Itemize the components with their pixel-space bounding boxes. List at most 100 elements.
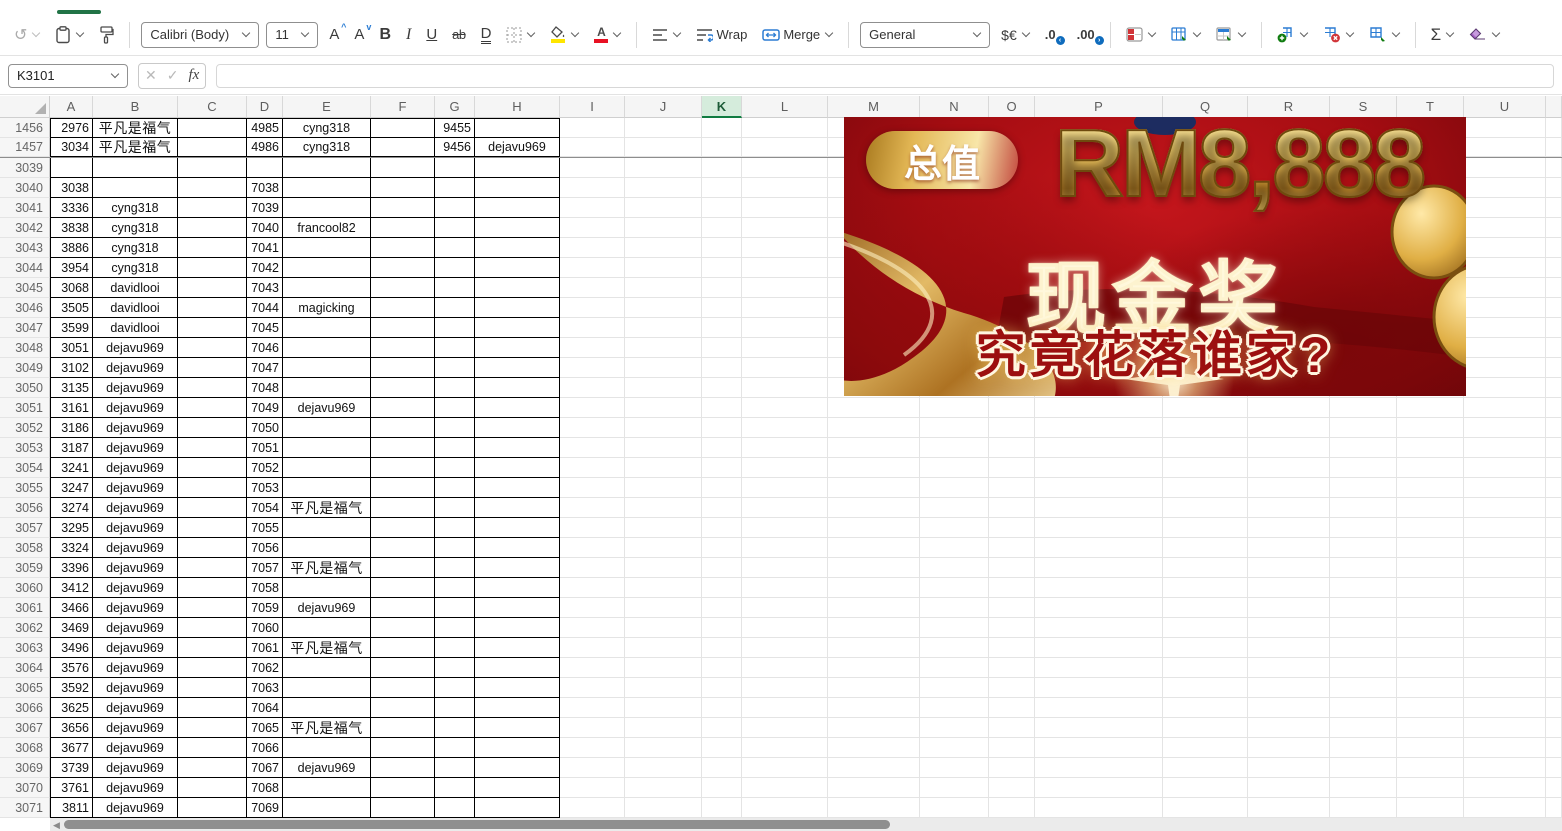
cell-S3056[interactable] [1330,498,1397,518]
cell-H3069[interactable] [475,758,560,778]
cell-U3053[interactable] [1464,438,1546,458]
cell-F3064[interactable] [371,658,435,678]
cell-C3068[interactable] [178,738,247,758]
cell-T3055[interactable] [1397,478,1464,498]
cell-G3045[interactable] [435,278,475,298]
cell-U3056[interactable] [1464,498,1546,518]
cell-G3071[interactable] [435,798,475,818]
cell-M3065[interactable] [828,678,920,698]
cell-I3055[interactable] [560,478,625,498]
cell-B3050[interactable]: dejavu969 [93,378,178,398]
cell-B3045[interactable]: davidlooi [93,278,178,298]
cell-J3049[interactable] [625,358,702,378]
cell-U3039[interactable] [1464,158,1546,178]
conditional-formatting-button[interactable] [1122,20,1160,50]
cell-N3055[interactable] [920,478,989,498]
cell-I3067[interactable] [560,718,625,738]
cell-K1456[interactable] [702,118,742,138]
cell-O3054[interactable] [989,458,1035,478]
cell-O3055[interactable] [989,478,1035,498]
cell-H3052[interactable] [475,418,560,438]
cell-P3053[interactable] [1035,438,1163,458]
cell-K3065[interactable] [702,678,742,698]
cell-E3051[interactable]: dejavu969 [283,398,371,418]
cell-L3062[interactable] [742,618,828,638]
row-header-3053[interactable]: 3053 [0,438,50,458]
cell-I3039[interactable] [560,158,625,178]
cell-M3071[interactable] [828,798,920,818]
cell-O3056[interactable] [989,498,1035,518]
cell-C3051[interactable] [178,398,247,418]
cell-D3049[interactable]: 7047 [247,358,283,378]
cell-V3040[interactable] [1546,178,1562,198]
cell-D3041[interactable]: 7039 [247,198,283,218]
cell-K3059[interactable] [702,558,742,578]
cell-I3049[interactable] [560,358,625,378]
cell-T3070[interactable] [1397,778,1464,798]
double-underline-button[interactable]: D [477,20,496,50]
cell-F3051[interactable] [371,398,435,418]
cell-M3059[interactable] [828,558,920,578]
row-header-3063[interactable]: 3063 [0,638,50,658]
cell-A3063[interactable]: 3496 [50,638,93,658]
column-header-O[interactable]: O [989,96,1035,118]
cell-G3070[interactable] [435,778,475,798]
cell-T3063[interactable] [1397,638,1464,658]
cell-S3058[interactable] [1330,538,1397,558]
cell-U3052[interactable] [1464,418,1546,438]
cell-J3054[interactable] [625,458,702,478]
cell-A1457[interactable]: 3034 [50,138,93,157]
row-header-3064[interactable]: 3064 [0,658,50,678]
cell-B3056[interactable]: dejavu969 [93,498,178,518]
cell-V3048[interactable] [1546,338,1562,358]
cell-R3056[interactable] [1248,498,1330,518]
cell-J3052[interactable] [625,418,702,438]
cell-L3043[interactable] [742,238,828,258]
cell-K3051[interactable] [702,398,742,418]
delete-cells-button[interactable] [1319,20,1358,50]
cell-C3043[interactable] [178,238,247,258]
cell-L3061[interactable] [742,598,828,618]
increase-decimal-button[interactable]: .0‹ [1041,20,1060,50]
cell-L3052[interactable] [742,418,828,438]
row-header-3045[interactable]: 3045 [0,278,50,298]
cell-G3041[interactable] [435,198,475,218]
cell-L3056[interactable] [742,498,828,518]
cell-F3059[interactable] [371,558,435,578]
row-header-3046[interactable]: 3046 [0,298,50,318]
cell-B3058[interactable]: dejavu969 [93,538,178,558]
cell-V3067[interactable] [1546,718,1562,738]
cell-A3068[interactable]: 3677 [50,738,93,758]
cell-M3064[interactable] [828,658,920,678]
row-header-3039[interactable]: 3039 [0,158,50,178]
cell-K3054[interactable] [702,458,742,478]
cell-V3059[interactable] [1546,558,1562,578]
cell-E3066[interactable] [283,698,371,718]
cell-I3041[interactable] [560,198,625,218]
cell-F3069[interactable] [371,758,435,778]
cell-T3060[interactable] [1397,578,1464,598]
cell-T3061[interactable] [1397,598,1464,618]
cell-Q3070[interactable] [1163,778,1248,798]
cell-H3071[interactable] [475,798,560,818]
cell-G3060[interactable] [435,578,475,598]
cell-F3042[interactable] [371,218,435,238]
cell-A3040[interactable]: 3038 [50,178,93,198]
cell-L1456[interactable] [742,118,828,138]
cell-O3067[interactable] [989,718,1035,738]
cell-B3063[interactable]: dejavu969 [93,638,178,658]
cell-U1456[interactable] [1464,118,1546,138]
cell-F3056[interactable] [371,498,435,518]
cell-O3051[interactable] [989,398,1035,418]
cell-I3043[interactable] [560,238,625,258]
cell-P3068[interactable] [1035,738,1163,758]
cell-U3063[interactable] [1464,638,1546,658]
cell-H3056[interactable] [475,498,560,518]
cell-L3071[interactable] [742,798,828,818]
row-header-3067[interactable]: 3067 [0,718,50,738]
cell-D3043[interactable]: 7041 [247,238,283,258]
cell-A3059[interactable]: 3396 [50,558,93,578]
cell-H3050[interactable] [475,378,560,398]
cell-A3069[interactable]: 3739 [50,758,93,778]
row-header-3055[interactable]: 3055 [0,478,50,498]
